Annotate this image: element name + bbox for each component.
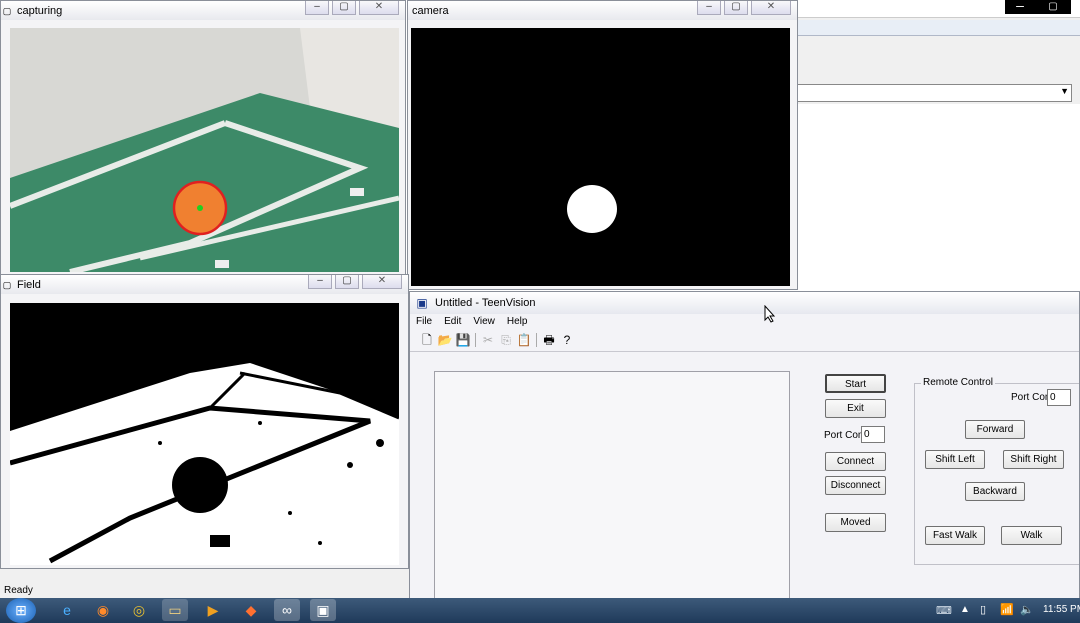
print-icon[interactable]: 🖶: [541, 332, 557, 348]
camera-titlebar[interactable]: camera – ▢ ✕: [408, 1, 797, 20]
teenvision-titlebar[interactable]: ▣ Untitled - TeenVision: [410, 292, 1079, 314]
status-text: Ready: [4, 585, 33, 596]
new-icon[interactable]: 🗋: [419, 332, 435, 348]
paste-icon[interactable]: 📋: [516, 332, 532, 348]
firefox-icon[interactable]: ◉: [90, 599, 116, 621]
camera-window: camera – ▢ ✕: [407, 0, 798, 290]
maximize-button[interactable]: ▢: [724, 1, 748, 15]
tray-show-hidden-icon[interactable]: ▲: [960, 604, 970, 615]
app-icon: ▢: [2, 279, 12, 290]
port-com-label: Port Com: [824, 430, 867, 441]
tray-device-icon[interactable]: ▯: [980, 603, 986, 616]
copy-icon[interactable]: ⎘: [498, 332, 514, 348]
exit-button[interactable]: Exit: [825, 399, 886, 418]
field-titlebar[interactable]: ▢ Field – ▢ ✕: [1, 275, 408, 294]
media-player-icon[interactable]: ▶: [200, 599, 226, 621]
capturing-window: ▢ capturing – ▢ ✕: [0, 0, 406, 276]
start-button[interactable]: Start: [825, 374, 886, 393]
minimize-button[interactable]: –: [305, 1, 329, 15]
view-panel: [434, 371, 790, 599]
tray-keyboard-icon[interactable]: ⌨: [936, 604, 952, 617]
visual-studio-icon[interactable]: ∞: [274, 599, 300, 621]
save-icon[interactable]: 💾: [455, 332, 471, 348]
background-dropdown[interactable]: ▼: [795, 84, 1072, 102]
capturing-title: capturing: [17, 4, 63, 17]
connect-button[interactable]: Connect: [825, 452, 886, 471]
app-icon: ▢: [2, 5, 12, 16]
capturing-camera-feed: [10, 28, 399, 272]
tray-network-icon[interactable]: 📶: [1000, 603, 1014, 616]
background-window-minimize-button[interactable]: –: [1005, 0, 1035, 14]
chevron-down-icon: ▼: [1060, 86, 1069, 96]
capturing-titlebar[interactable]: ▢ capturing – ▢ ✕: [1, 1, 405, 20]
background-status-bar: Ready: [0, 584, 410, 599]
taskbar-clock[interactable]: 11:55 PM: [1043, 604, 1080, 615]
paint-icon[interactable]: ◆: [238, 599, 264, 621]
teenvision-app-icon: ▣: [416, 296, 428, 310]
camera-threshold-view: [411, 28, 790, 286]
menu-help[interactable]: Help: [501, 315, 534, 329]
tray-volume-icon[interactable]: 🔈: [1020, 603, 1034, 616]
menu-bar: File Edit View Help: [410, 315, 1079, 330]
ball-center-marker: [197, 205, 203, 211]
explorer-icon[interactable]: ▭: [162, 599, 188, 621]
remote-control-label: Remote Control: [921, 377, 996, 388]
field-window: ▢ Field – ▢ ✕: [0, 274, 409, 569]
walk-button[interactable]: Walk: [1001, 526, 1062, 545]
background-content-pane: [795, 104, 1080, 290]
toolbar: 🗋 📂 💾 ✂ ⎘ 📋 🖶 ?: [418, 331, 576, 349]
port-com-input[interactable]: 0: [861, 426, 885, 443]
teenvision-taskbar-icon[interactable]: ▣: [310, 599, 336, 621]
teenvision-title: Untitled - TeenVision: [435, 297, 536, 309]
background-window: – ▢ ▼: [795, 0, 1080, 290]
menu-edit[interactable]: Edit: [438, 315, 467, 329]
toolbar-separator: [410, 351, 1079, 352]
field-binary-view: [10, 303, 399, 565]
minimize-button[interactable]: –: [697, 1, 721, 15]
menu-file[interactable]: File: [410, 315, 438, 329]
mouse-cursor: [764, 305, 776, 323]
start-orb-icon[interactable]: ⊞: [6, 598, 36, 623]
ie-icon[interactable]: e: [54, 599, 80, 621]
camera-title: camera: [412, 4, 449, 17]
chrome-icon[interactable]: ◎: [126, 599, 152, 621]
disconnect-button[interactable]: Disconnect: [825, 476, 886, 495]
field-title: Field: [17, 278, 41, 291]
background-window-maximize-button[interactable]: ▢: [1035, 0, 1071, 14]
menu-view[interactable]: View: [467, 315, 501, 329]
close-button[interactable]: ✕: [359, 1, 399, 15]
shift-left-button[interactable]: Shift Left: [925, 450, 985, 469]
maximize-button[interactable]: ▢: [332, 1, 356, 15]
remote-port-com-input[interactable]: 0: [1047, 389, 1071, 406]
open-icon[interactable]: 📂: [437, 332, 453, 348]
backward-button[interactable]: Backward: [965, 482, 1025, 501]
cut-icon[interactable]: ✂: [480, 332, 496, 348]
close-button[interactable]: ✕: [751, 1, 791, 15]
forward-button[interactable]: Forward: [965, 420, 1025, 439]
background-toolbar-strip: [795, 20, 1080, 36]
close-button[interactable]: ✕: [362, 275, 402, 289]
minimize-button[interactable]: –: [308, 275, 332, 289]
teenvision-window: ▣ Untitled - TeenVision File Edit View Help…: [409, 291, 1080, 600]
moved-button[interactable]: Moved: [825, 513, 886, 532]
help-icon[interactable]: ?: [559, 332, 575, 348]
shift-right-button[interactable]: Shift Right: [1003, 450, 1064, 469]
fast-walk-button[interactable]: Fast Walk: [925, 526, 985, 545]
maximize-button[interactable]: ▢: [335, 275, 359, 289]
